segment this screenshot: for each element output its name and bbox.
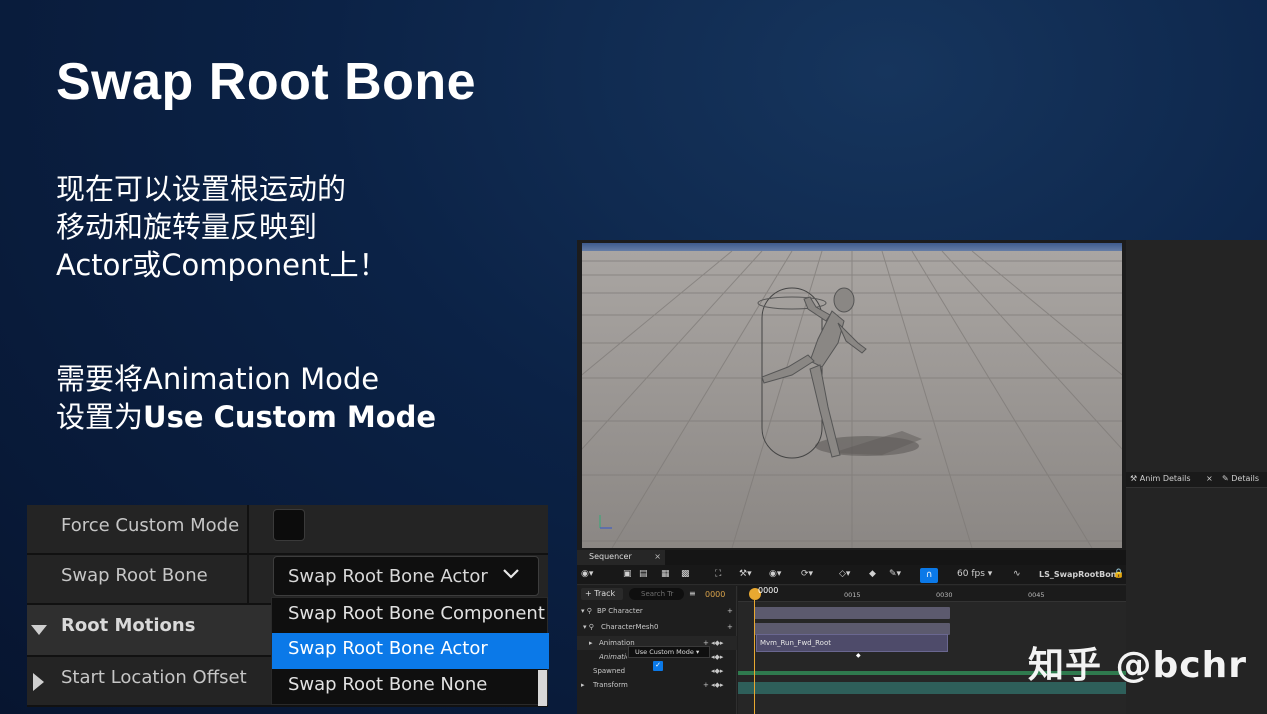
tab-anim-details[interactable]: ⚒ Anim Details — [1130, 474, 1191, 483]
force-custom-mode-label: Force Custom Mode — [61, 515, 240, 536]
menu-item-none[interactable]: Swap Root Bone None — [272, 669, 549, 705]
track-search-input[interactable]: Search Tr — [629, 588, 684, 600]
lock-icon[interactable]: 🔒 — [1113, 569, 1124, 579]
track-character-mesh[interactable]: ▾ ⚲ CharacterMesh0 + — [577, 620, 737, 634]
start-location-offset-label: Start Location Offset — [61, 667, 247, 688]
column-divider — [247, 505, 249, 553]
instruction-paragraph: 需要将Animation Mode 设置为Use Custom Mode — [56, 360, 436, 436]
pencil-icon[interactable]: ✎▾ — [889, 569, 901, 579]
playback-icon[interactable]: ⟳▾ — [801, 569, 813, 579]
dropdown-selected-value: Swap Root Bone Actor — [288, 566, 488, 587]
close-icon[interactable]: × — [1206, 474, 1213, 483]
instruction-prefix: 设置为 — [56, 400, 144, 434]
description-line: 现在可以设置根运动的 — [56, 172, 347, 206]
close-icon[interactable]: × — [654, 552, 661, 561]
camera-icon[interactable]: ▤ — [639, 569, 648, 579]
track-transform[interactable]: ▸ Transform + ◂◆▸ — [577, 678, 737, 692]
world-icon[interactable]: ◉▾ — [581, 569, 593, 579]
level-viewport[interactable] — [582, 243, 1122, 548]
ruler-label: 0015 — [844, 591, 861, 599]
property-row-force-custom-mode: Force Custom Mode — [27, 505, 548, 555]
viewport-scene — [582, 243, 1122, 548]
clapper-icon[interactable]: ▩ — [681, 569, 690, 579]
slide-title: Swap Root Bone — [56, 53, 477, 111]
swap-root-bone-menu: Swap Root Bone Component Swap Root Bone … — [271, 597, 549, 706]
details-tabbar: ⚒ Anim Details × ✎ Details — [1126, 472, 1267, 488]
spawned-checkbox[interactable]: ✓ — [653, 661, 663, 671]
column-divider — [247, 555, 249, 603]
diamond-icon[interactable]: ◇▾ — [839, 569, 850, 579]
instruction-line: 设置为Use Custom Mode — [56, 398, 436, 436]
instruction-emphasis: Use Custom Mode — [143, 400, 437, 434]
eye-icon[interactable]: ◉▾ — [769, 569, 781, 579]
sequencer-tabbar: Sequencer × — [577, 550, 1126, 565]
menu-scrollbar[interactable] — [538, 670, 547, 706]
collapse-arrow-icon[interactable] — [31, 625, 47, 635]
menu-item-actor[interactable]: Swap Root Bone Actor — [272, 633, 549, 669]
sequence-name: LS_SwapRootBone — [1039, 570, 1122, 579]
track-bp-character[interactable]: ▾ ⚲ BP Character + — [577, 604, 737, 618]
bp-character-section[interactable] — [754, 607, 950, 619]
current-frame[interactable]: 0000 — [705, 590, 725, 599]
snap-magnet-icon[interactable]: ∩ — [920, 568, 938, 583]
ruler-label: 0045 — [1028, 591, 1045, 599]
filter-icon[interactable]: ≡ — [689, 589, 696, 598]
wrench-icon[interactable]: ⚒▾ — [739, 569, 752, 579]
menu-item-component[interactable]: Swap Root Bone Component — [272, 598, 549, 634]
track-list: + Track Search Tr ≡ 0000 ▾ ⚲ BP Character… — [577, 586, 737, 714]
sequencer-panel: Sequencer × ◉▾ ▣ ▤ ▦ ▩ ⛶ ⚒▾ ◉▾ ⟳▾ ◇▾ ◆ ✎… — [577, 550, 1126, 714]
animation-mode-dropdown[interactable]: Use Custom Mode ▾ — [628, 646, 710, 658]
instruction-line: 需要将Animation Mode — [56, 362, 380, 396]
chevron-down-icon — [502, 565, 520, 586]
render-icon[interactable]: ▦ — [661, 569, 670, 579]
expand-arrow-icon[interactable] — [33, 673, 44, 691]
sequencer-tab-label: Sequencer — [589, 552, 632, 561]
tab-details[interactable]: ✎ Details — [1222, 474, 1259, 483]
animation-clip[interactable]: Mvm_Run_Fwd_Root — [756, 634, 948, 652]
description-paragraph: 现在可以设置根运动的 移动和旋转量反映到 Actor或Component上！ — [56, 170, 388, 284]
description-line: 移动和旋转量反映到 — [56, 210, 318, 244]
playhead-line[interactable] — [754, 600, 755, 714]
description-line: Actor或Component上！ — [56, 248, 388, 282]
key-icon[interactable]: ◆ — [856, 652, 861, 659]
swap-root-bone-dropdown[interactable]: Swap Root Bone Actor — [273, 556, 539, 596]
curve-editor-icon[interactable]: ∿ — [1013, 569, 1021, 579]
add-track-button[interactable]: + Track — [581, 588, 623, 600]
swap-root-bone-label: Swap Root Bone — [61, 565, 208, 586]
keyframe-icon[interactable]: ◆ — [869, 569, 876, 579]
root-motions-label: Root Motions — [61, 615, 196, 636]
time-ruler[interactable]: 0015 0030 0045 — [738, 586, 1126, 602]
save-icon[interactable]: ▣ — [623, 569, 632, 579]
watermark: 知乎 @bchr — [1028, 645, 1248, 686]
sequencer-toolbar: ◉▾ ▣ ▤ ▦ ▩ ⛶ ⚒▾ ◉▾ ⟳▾ ◇▾ ◆ ✎▾ ∩ 60 fps ▾… — [577, 565, 1126, 585]
ruler-label: 0030 — [936, 591, 953, 599]
playhead-frame: 0000 — [758, 586, 779, 595]
force-custom-mode-checkbox[interactable] — [273, 509, 305, 541]
fps-dropdown[interactable]: 60 fps ▾ — [957, 569, 992, 579]
tab-sequencer[interactable]: Sequencer × — [577, 550, 665, 565]
key-icon[interactable]: ⛶ — [715, 569, 721, 579]
